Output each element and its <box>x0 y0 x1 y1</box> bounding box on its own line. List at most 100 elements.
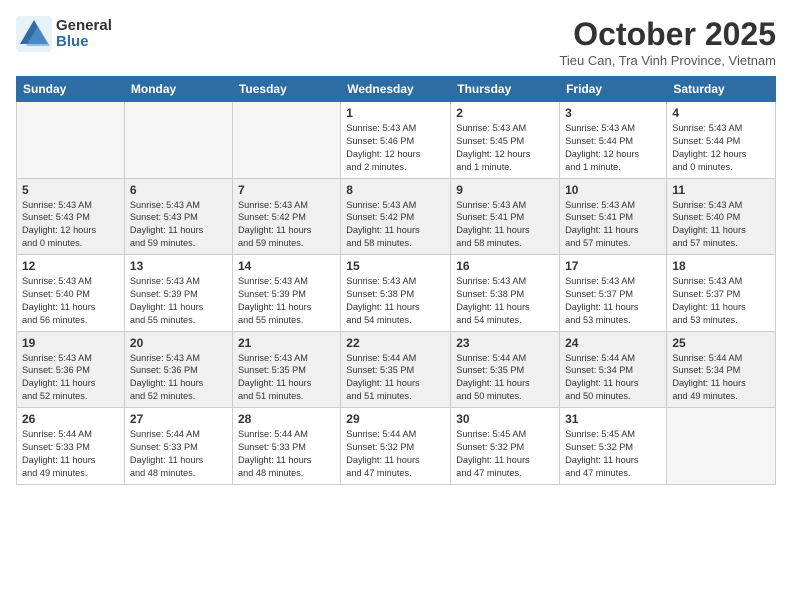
day-info: Sunrise: 5:43 AM Sunset: 5:36 PM Dayligh… <box>130 352 227 404</box>
day-info: Sunrise: 5:43 AM Sunset: 5:45 PM Dayligh… <box>456 122 554 174</box>
header-saturday: Saturday <box>667 77 776 102</box>
day-info: Sunrise: 5:45 AM Sunset: 5:32 PM Dayligh… <box>565 428 661 480</box>
calendar-cell: 15 Sunrise: 5:43 AM Sunset: 5:38 PM Dayli… <box>341 255 451 332</box>
day-info: Sunrise: 5:43 AM Sunset: 5:37 PM Dayligh… <box>672 275 770 327</box>
day-info: Sunrise: 5:43 AM Sunset: 5:39 PM Dayligh… <box>130 275 227 327</box>
day-info: Sunrise: 5:43 AM Sunset: 5:40 PM Dayligh… <box>22 275 119 327</box>
calendar-cell: 13Sunrise: 5:43 AM Sunset: 5:39 PM Dayli… <box>124 255 232 332</box>
day-number: 6 <box>130 183 227 197</box>
day-number: 28 <box>238 412 335 426</box>
calendar-cell: 11 Sunrise: 5:43 AM Sunset: 5:40 PM Dayli… <box>667 178 776 255</box>
calendar-cell <box>667 408 776 485</box>
calendar-cell: 2 Sunrise: 5:43 AM Sunset: 5:45 PM Daylig… <box>451 102 560 179</box>
title-block: October 2025 Tieu Can, Tra Vinh Province… <box>559 16 776 68</box>
day-info: Sunrise: 5:44 AM Sunset: 5:33 PM Dayligh… <box>22 428 119 480</box>
calendar-cell: 26 Sunrise: 5:44 AM Sunset: 5:33 PM Dayli… <box>17 408 125 485</box>
logo-general: General <box>56 18 112 35</box>
calendar-cell: 9 Sunrise: 5:43 AM Sunset: 5:41 PM Daylig… <box>451 178 560 255</box>
day-number: 8 <box>346 183 445 197</box>
calendar-cell: 29Sunrise: 5:44 AM Sunset: 5:32 PM Dayli… <box>341 408 451 485</box>
day-number: 9 <box>456 183 554 197</box>
day-info: Sunrise: 5:45 AM Sunset: 5:32 PM Dayligh… <box>456 428 554 480</box>
logo-icon <box>16 16 52 52</box>
calendar-cell: 19Sunrise: 5:43 AM Sunset: 5:36 PM Dayli… <box>17 331 125 408</box>
day-number: 2 <box>456 106 554 120</box>
calendar-cell: 17 Sunrise: 5:43 AM Sunset: 5:37 PM Dayli… <box>560 255 667 332</box>
day-info: Sunrise: 5:43 AM Sunset: 5:41 PM Dayligh… <box>456 199 554 251</box>
calendar-cell: 1Sunrise: 5:43 AM Sunset: 5:46 PM Daylig… <box>341 102 451 179</box>
calendar-cell: 7 Sunrise: 5:43 AM Sunset: 5:42 PM Daylig… <box>232 178 340 255</box>
day-number: 18 <box>672 259 770 273</box>
day-number: 3 <box>565 106 661 120</box>
day-number: 27 <box>130 412 227 426</box>
day-number: 10 <box>565 183 661 197</box>
day-number: 26 <box>22 412 119 426</box>
calendar-cell: 10Sunrise: 5:43 AM Sunset: 5:41 PM Dayli… <box>560 178 667 255</box>
calendar-cell: 23 Sunrise: 5:44 AM Sunset: 5:35 PM Dayli… <box>451 331 560 408</box>
day-number: 15 <box>346 259 445 273</box>
day-info: Sunrise: 5:43 AM Sunset: 5:43 PM Dayligh… <box>22 199 119 251</box>
day-info: Sunrise: 5:44 AM Sunset: 5:33 PM Dayligh… <box>130 428 227 480</box>
calendar-header-row: SundayMondayTuesdayWednesdayThursdayFrid… <box>17 77 776 102</box>
header-sunday: Sunday <box>17 77 125 102</box>
calendar-cell: 18 Sunrise: 5:43 AM Sunset: 5:37 PM Dayli… <box>667 255 776 332</box>
calendar-cell: 3Sunrise: 5:43 AM Sunset: 5:44 PM Daylig… <box>560 102 667 179</box>
day-info: Sunrise: 5:43 AM Sunset: 5:43 PM Dayligh… <box>130 199 227 251</box>
header-wednesday: Wednesday <box>341 77 451 102</box>
day-number: 22 <box>346 336 445 350</box>
day-number: 17 <box>565 259 661 273</box>
logo-blue: Blue <box>56 34 112 51</box>
calendar-cell <box>232 102 340 179</box>
calendar-week-4: 19 Sunrise: 5:43 AM Sunset: 5:36 PM Dayli… <box>17 331 776 408</box>
day-number: 24 <box>565 336 661 350</box>
day-info: Sunrise: 5:44 AM Sunset: 5:34 PM Dayligh… <box>672 352 770 404</box>
day-number: 21 <box>238 336 335 350</box>
day-info: Sunrise: 5:43 AM Sunset: 5:35 PM Dayligh… <box>238 352 335 404</box>
calendar-week-2: 5Sunrise: 5:43 AM Sunset: 5:43 PM Daylig… <box>17 178 776 255</box>
day-info: Sunrise: 5:43 AM Sunset: 5:44 PM Dayligh… <box>672 122 770 174</box>
day-info: Sunrise: 5:43 AM Sunset: 5:38 PM Dayligh… <box>346 275 445 327</box>
header-monday: Monday <box>124 77 232 102</box>
header-tuesday: Tuesday <box>232 77 340 102</box>
location: Tieu Can, Tra Vinh Province, Vietnam <box>559 53 776 68</box>
calendar-cell <box>17 102 125 179</box>
calendar-week-5: 26 Sunrise: 5:44 AM Sunset: 5:33 PM Dayli… <box>17 408 776 485</box>
day-info: Sunrise: 5:43 AM Sunset: 5:39 PM Dayligh… <box>238 275 335 327</box>
calendar-cell: 31 Sunrise: 5:45 AM Sunset: 5:32 PM Dayli… <box>560 408 667 485</box>
day-number: 12 <box>22 259 119 273</box>
day-number: 1 <box>346 106 445 120</box>
calendar-cell: 14 Sunrise: 5:43 AM Sunset: 5:39 PM Dayli… <box>232 255 340 332</box>
day-info: Sunrise: 5:44 AM Sunset: 5:35 PM Dayligh… <box>456 352 554 404</box>
calendar-cell: 27 Sunrise: 5:44 AM Sunset: 5:33 PM Dayli… <box>124 408 232 485</box>
calendar-cell: 8 Sunrise: 5:43 AM Sunset: 5:42 PM Daylig… <box>341 178 451 255</box>
day-number: 25 <box>672 336 770 350</box>
day-info: Sunrise: 5:43 AM Sunset: 5:42 PM Dayligh… <box>238 199 335 251</box>
calendar-cell: 24Sunrise: 5:44 AM Sunset: 5:34 PM Dayli… <box>560 331 667 408</box>
calendar-cell: 4 Sunrise: 5:43 AM Sunset: 5:44 PM Daylig… <box>667 102 776 179</box>
day-info: Sunrise: 5:44 AM Sunset: 5:33 PM Dayligh… <box>238 428 335 480</box>
calendar-week-3: 12 Sunrise: 5:43 AM Sunset: 5:40 PM Dayli… <box>17 255 776 332</box>
day-number: 31 <box>565 412 661 426</box>
calendar-cell: 5Sunrise: 5:43 AM Sunset: 5:43 PM Daylig… <box>17 178 125 255</box>
day-info: Sunrise: 5:43 AM Sunset: 5:40 PM Dayligh… <box>672 199 770 251</box>
calendar-cell: 25 Sunrise: 5:44 AM Sunset: 5:34 PM Dayli… <box>667 331 776 408</box>
day-info: Sunrise: 5:44 AM Sunset: 5:35 PM Dayligh… <box>346 352 445 404</box>
day-info: Sunrise: 5:44 AM Sunset: 5:32 PM Dayligh… <box>346 428 445 480</box>
calendar-cell: 21 Sunrise: 5:43 AM Sunset: 5:35 PM Dayli… <box>232 331 340 408</box>
day-info: Sunrise: 5:43 AM Sunset: 5:37 PM Dayligh… <box>565 275 661 327</box>
calendar-cell: 6 Sunrise: 5:43 AM Sunset: 5:43 PM Daylig… <box>124 178 232 255</box>
calendar-cell: 20Sunrise: 5:43 AM Sunset: 5:36 PM Dayli… <box>124 331 232 408</box>
day-info: Sunrise: 5:43 AM Sunset: 5:42 PM Dayligh… <box>346 199 445 251</box>
page-header: General Blue October 2025 Tieu Can, Tra … <box>16 16 776 68</box>
calendar-cell: 22 Sunrise: 5:44 AM Sunset: 5:35 PM Dayli… <box>341 331 451 408</box>
day-number: 4 <box>672 106 770 120</box>
day-number: 19 <box>22 336 119 350</box>
calendar-cell: 12 Sunrise: 5:43 AM Sunset: 5:40 PM Dayli… <box>17 255 125 332</box>
day-number: 14 <box>238 259 335 273</box>
day-number: 23 <box>456 336 554 350</box>
header-thursday: Thursday <box>451 77 560 102</box>
calendar-week-1: 1Sunrise: 5:43 AM Sunset: 5:46 PM Daylig… <box>17 102 776 179</box>
day-number: 11 <box>672 183 770 197</box>
calendar-cell: 16Sunrise: 5:43 AM Sunset: 5:38 PM Dayli… <box>451 255 560 332</box>
day-number: 7 <box>238 183 335 197</box>
